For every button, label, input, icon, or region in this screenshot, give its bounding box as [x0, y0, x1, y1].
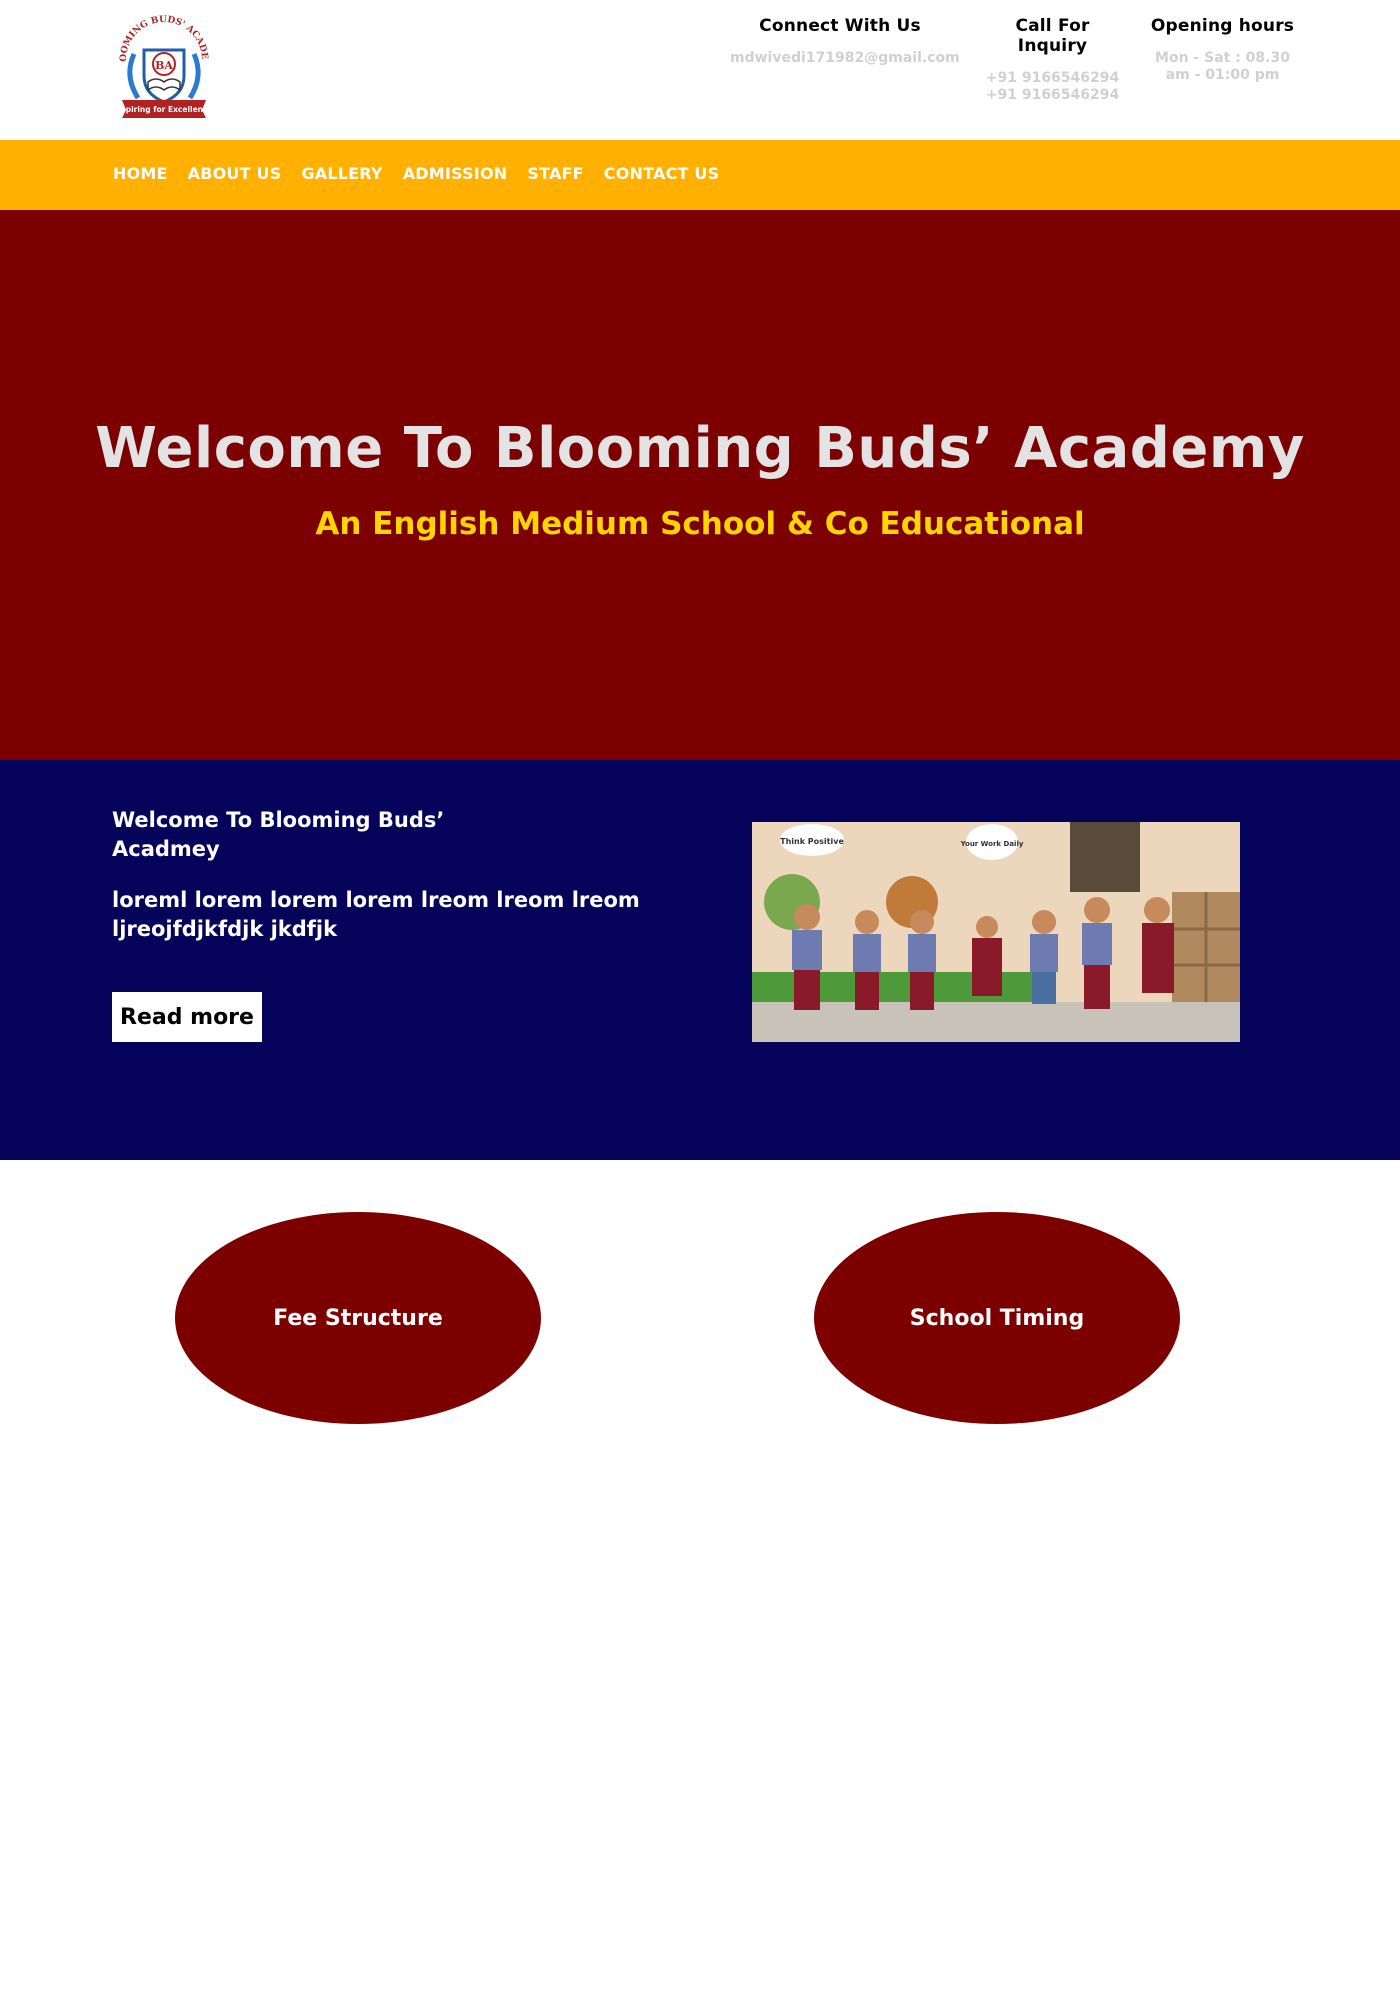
nav-contact-us[interactable]: CONTACT US [604, 164, 720, 183]
nav-gallery[interactable]: GALLERY [301, 164, 382, 183]
read-more-button[interactable]: Read more [112, 992, 262, 1042]
hours-heading: Opening hours [1150, 16, 1295, 36]
site-header: BLOOMING BUDS' ACADEMY BA Aspiring for E… [0, 0, 1400, 140]
logo-ribbon-text: Aspiring for Excellence [115, 105, 212, 114]
nav-home[interactable]: HOME [113, 164, 168, 183]
students-photo: Think Positive Your Work Daily [752, 822, 1240, 1042]
hero-subtitle: An English Medium School & Co Educationa… [315, 506, 1085, 542]
about-title: Welcome To Blooming Buds’ Acadmey [112, 808, 445, 861]
about-section: Welcome To Blooming Buds’ Acadmey loreml… [0, 760, 1400, 1160]
connect-with-us: Connect With Us mdwivedi171982@gmail.com [730, 16, 960, 67]
fee-structure-button[interactable]: Fee Structure [175, 1212, 541, 1424]
call-heading: Call For Inquiry [1015, 16, 1090, 56]
connect-heading: Connect With Us [759, 16, 921, 36]
school-timing-button[interactable]: School Timing [814, 1212, 1180, 1424]
nav-about-us[interactable]: ABOUT US [188, 164, 282, 183]
logo-monogram: BA [155, 59, 173, 72]
school-timing-label: School Timing [909, 1305, 1085, 1331]
opening-hours: Opening hours Mon - Sat : 08.30 am - 01:… [1150, 16, 1295, 84]
phone-number-1[interactable]: +91 9166546294 [980, 70, 1125, 87]
hours-line-2: am - 01:00 pm [1165, 67, 1280, 83]
main-nav: HOME ABOUT US GALLERY ADMISSION STAFF CO… [0, 140, 1400, 210]
hours-line-1: Mon - Sat : 08.30 [1155, 50, 1290, 66]
photo-bubble-1: Think Positive [780, 837, 844, 846]
school-logo[interactable]: BLOOMING BUDS' ACADEMY BA Aspiring for E… [107, 7, 216, 122]
about-text: loreml lorem lorem lorem lreom lreom lre… [112, 888, 640, 941]
nav-staff[interactable]: STAFF [527, 164, 583, 183]
hero-banner: Welcome To Blooming Buds’ Academy An Eng… [0, 210, 1400, 760]
photo-bubble-2: Your Work Daily [960, 840, 1024, 848]
fee-structure-label: Fee Structure [273, 1305, 443, 1331]
nav-admission[interactable]: ADMISSION [403, 164, 508, 183]
email-link[interactable]: mdwivedi171982@gmail.com [730, 50, 960, 67]
phone-number-2[interactable]: +91 9166546294 [980, 87, 1125, 104]
call-for-inquiry: Call For Inquiry +91 9166546294 +91 9166… [980, 16, 1125, 104]
hero-title: Welcome To Blooming Buds’ Academy [95, 416, 1305, 481]
